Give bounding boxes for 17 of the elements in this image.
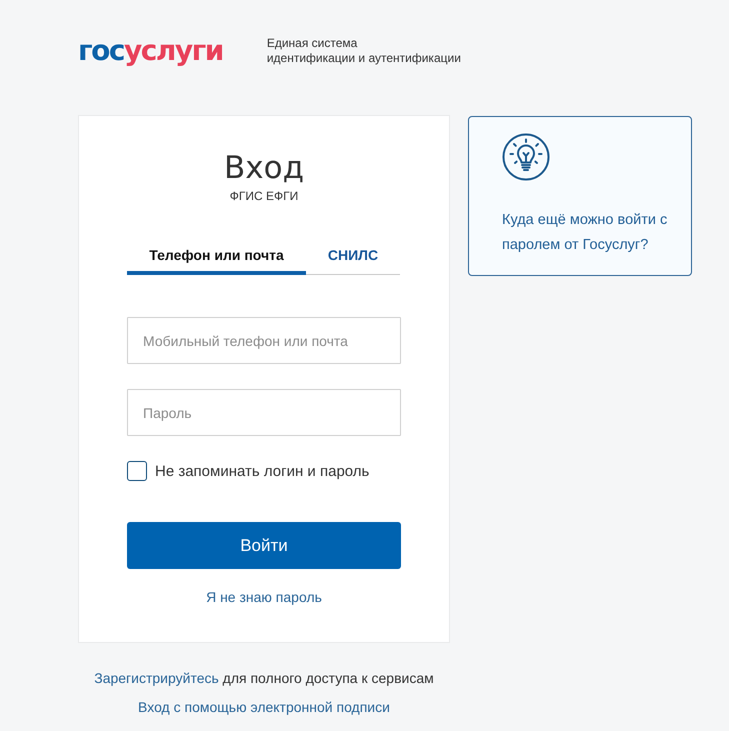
login-button[interactable]: Войти xyxy=(127,522,401,569)
info-link[interactable]: Куда ещё можно войти с паролем от Госуслуг? xyxy=(502,208,671,258)
system-tagline: Единая система идентификации и аутентификации xyxy=(266,36,461,66)
checkbox-label: Не запоминать логин и пароль xyxy=(155,462,370,480)
login-subtitle: ФГИС ЕФГИ xyxy=(228,189,300,203)
signature-login-link[interactable]: Вход с помощью электронной подписи xyxy=(138,699,390,715)
remember-checkbox[interactable] xyxy=(127,461,147,481)
login-title: Вход xyxy=(222,149,305,187)
gosuslugi-logo[interactable]: госуслуги xyxy=(78,37,223,65)
login-method-tab[interactable]: Телефон или почта xyxy=(127,247,306,275)
lightbulb-icon xyxy=(502,133,550,181)
input-field[interactable]: Мобильный телефон или почта xyxy=(127,317,401,364)
login-method-tab[interactable]: СНИЛС xyxy=(306,247,400,275)
forgot-password-link[interactable]: Я не знаю пароль xyxy=(206,589,322,605)
register-sentence: Зарегистрируйтесь для полного доступа к сервисам xyxy=(94,669,434,687)
input-field[interactable]: Пароль xyxy=(127,389,401,436)
register-link[interactable]: Зарегистрируйтесь xyxy=(94,670,219,686)
